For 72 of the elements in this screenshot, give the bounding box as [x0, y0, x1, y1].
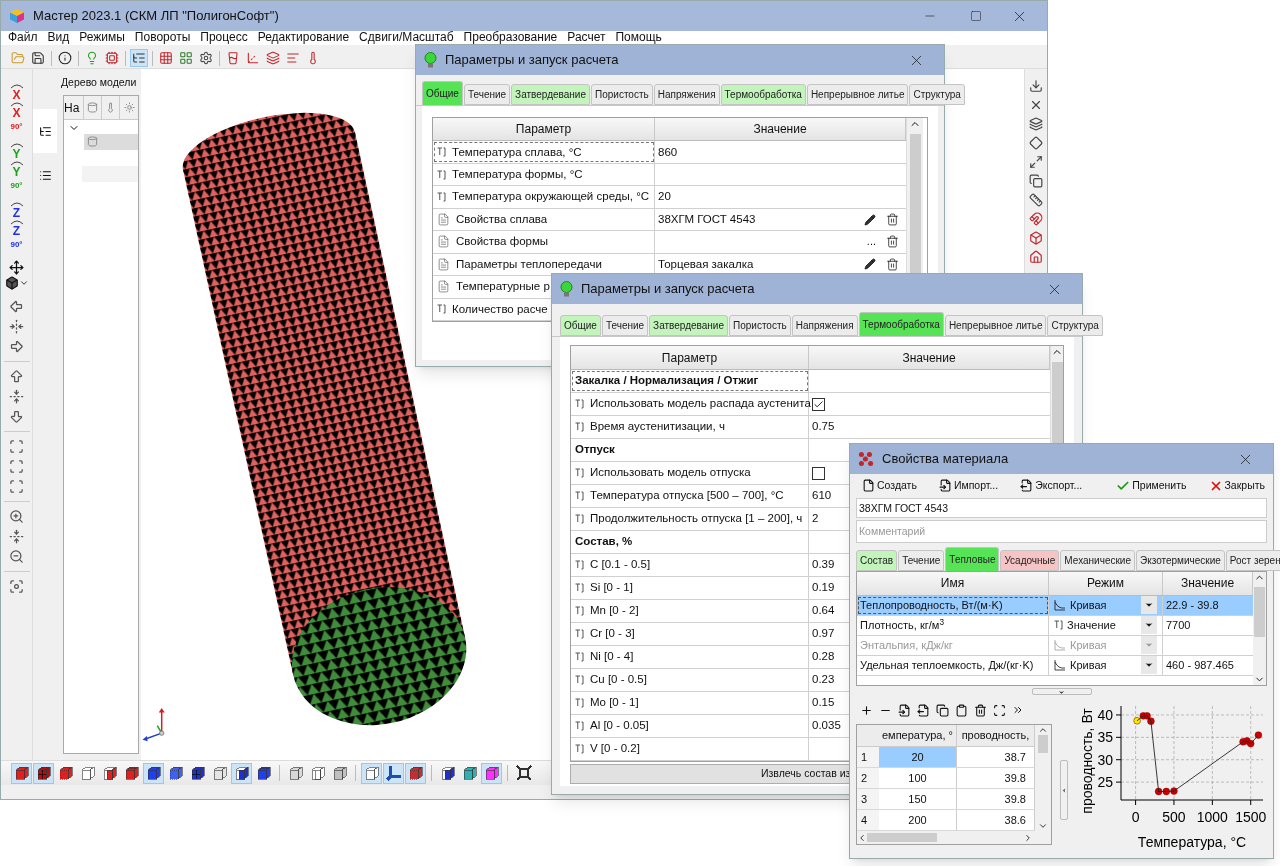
parameter-value: 610 [812, 488, 832, 504]
row-number: 2 [857, 768, 879, 788]
property-name: Энтальпия, кДж/кг [860, 637, 953, 653]
parameter-value: 0.23 [812, 672, 835, 688]
window-title: Мастер 2023.1 (СКМ ЛП "ПолигонСофт") [33, 7, 279, 26]
parameter-value: 38ХГМ ГОСТ 4543 [658, 211, 756, 227]
window-title: Параметры и запуск расчета [445, 51, 619, 70]
parameter-name: Ni [0 - 4] [590, 649, 634, 665]
parameter-value: 0.035 [812, 718, 841, 734]
property-name: Плотность, кг/м$^{3}$ [860, 616, 944, 633]
parameter-name: Cr [0 - 3] [590, 626, 635, 642]
tick-label: 1500 [1235, 809, 1267, 825]
parameter-value: 0.28 [812, 649, 835, 665]
parameter-value: 2 [812, 511, 819, 527]
parameter-name: Mo [0 - 1] [590, 695, 639, 711]
parameter-name: Температура формы, °C [452, 166, 583, 182]
parameter-value: Торцевая закалка [658, 256, 754, 272]
column-header: На [64, 95, 84, 119]
panel-title: Дерево модели [60, 75, 138, 90]
parameter-name: Использовать модель распада аустенита [590, 396, 811, 412]
column-header: Режим [1049, 571, 1163, 595]
window-title: Свойства материала [882, 450, 1009, 469]
parameter-value: 0.39 [812, 557, 835, 573]
parameter-name: Температура окружающей среды, °C [452, 189, 650, 205]
axis-title: Температура, °C [1137, 834, 1247, 850]
tick-label: 500 [1162, 809, 1186, 825]
tick-label: 0 [1131, 809, 1140, 825]
parameter-name: Количество расче [452, 301, 548, 317]
parameter-name: Температура отпуска [500 – 700], °C [590, 488, 784, 504]
parameter-value: 0.97 [812, 626, 835, 642]
row-number: 3 [857, 789, 879, 809]
parameter-name: Свойства сплава [456, 211, 548, 227]
section-title: Состав, % [575, 534, 633, 550]
parameter-name: Параметры теплопередачи [456, 256, 602, 272]
parameter-name: C [0.1 - 0.5] [590, 557, 651, 573]
axis-title: проводность, Вт [1079, 708, 1095, 814]
parameter-name: Продолжительность отпуска [1 – 200], ч [590, 511, 803, 527]
tick-label: 40 [1097, 706, 1113, 723]
tick-label: 35 [1097, 729, 1113, 746]
property-value: 7700 [1166, 617, 1191, 633]
parameter-name: Si [0 - 1] [590, 580, 633, 596]
parameter-value: 0.15 [812, 695, 835, 711]
parameter-name: Использовать модель отпуска [590, 465, 751, 481]
tick-label: 1000 [1196, 809, 1228, 825]
parameter-name: V [0 - 0.2] [590, 741, 640, 757]
tick-label: 25 [1097, 774, 1113, 791]
column-header: Параметр [433, 118, 655, 141]
row-number: 4 [857, 810, 879, 830]
parameter-name: Cu [0 - 0.5] [590, 672, 647, 688]
section-title: Закалка / Нормализация / Отжиг [575, 373, 759, 389]
window-title: Параметры и запуск расчета [581, 280, 755, 299]
parameter-value: 860 [658, 144, 678, 160]
parameter-value: 20 [658, 189, 671, 205]
property-name: Теплопроводность, Вт/(м·K) [860, 597, 1003, 613]
row-number: 1 [857, 747, 879, 767]
parameter-name: Свойства формы [456, 234, 549, 250]
column-header: емпература, ° [879, 725, 957, 746]
parameter-name: Время аустенитизации, ч [590, 419, 725, 435]
property-name: Удельная теплоемкость, Дж/(кг·K) [860, 657, 1034, 673]
tick-label: 30 [1097, 751, 1113, 768]
section-title: Отпуск [575, 442, 615, 458]
parameter-value: 0.19 [812, 580, 835, 596]
property-value: 460 - 987.465 [1166, 657, 1234, 673]
parameter-name: Температура сплава, °C [452, 144, 582, 160]
property-value: 22.9 - 39.8 [1166, 597, 1219, 613]
column-header: Имя [857, 571, 1049, 595]
parameter-name: Температурные р [456, 279, 550, 295]
parameter-name: Al [0 - 0.05] [590, 718, 649, 734]
parameter-value: 0.64 [812, 603, 835, 619]
parameter-name: Mn [0 - 2] [590, 603, 639, 619]
parameter-value: 0.75 [812, 419, 835, 435]
column-header: Параметр [571, 346, 809, 369]
